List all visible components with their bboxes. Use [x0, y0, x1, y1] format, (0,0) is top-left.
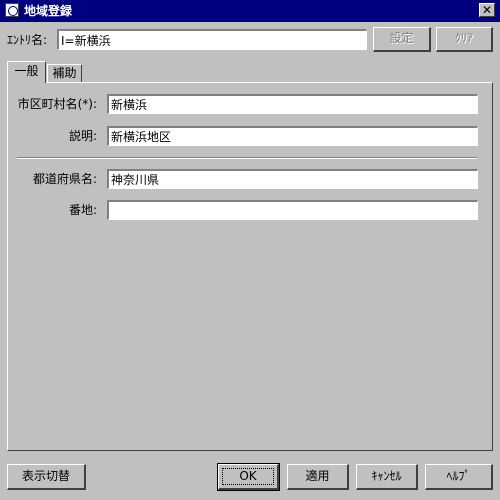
help-button[interactable]: ﾍﾙﾌﾟ — [425, 464, 493, 490]
city-input[interactable] — [107, 94, 478, 114]
separator — [17, 157, 477, 159]
city-label: 市区町村名(*): — [17, 97, 97, 111]
entry-name-label: ｴﾝﾄﾘ名: — [7, 33, 48, 47]
description-input[interactable] — [107, 126, 478, 146]
toggle-display-button[interactable]: 表示切替 — [7, 464, 86, 490]
description-label: 説明: — [68, 129, 97, 143]
window-title: 地域登録 — [24, 4, 73, 18]
title-bar[interactable]: 地域登録 ✕ — [0, 0, 500, 22]
tab-auxiliary[interactable]: 補助 — [47, 64, 82, 82]
close-icon[interactable]: ✕ — [479, 3, 495, 17]
clear-button[interactable]: ｸﾘｱ — [436, 27, 493, 52]
set-button[interactable]: 設定 — [373, 27, 431, 52]
cancel-button[interactable]: ｷｬﾝｾﾙ — [356, 464, 418, 490]
ok-button[interactable]: OK — [217, 463, 280, 491]
apply-button[interactable]: 適用 — [287, 464, 349, 490]
prefecture-label: 都道府県名: — [32, 172, 97, 186]
prefecture-input[interactable] — [107, 169, 478, 189]
entry-name-input[interactable] — [57, 29, 367, 50]
address-label: 番地: — [68, 203, 97, 217]
address-input[interactable] — [107, 200, 478, 220]
app-icon[interactable] — [5, 3, 19, 17]
tab-general[interactable]: 一般 — [7, 61, 46, 83]
